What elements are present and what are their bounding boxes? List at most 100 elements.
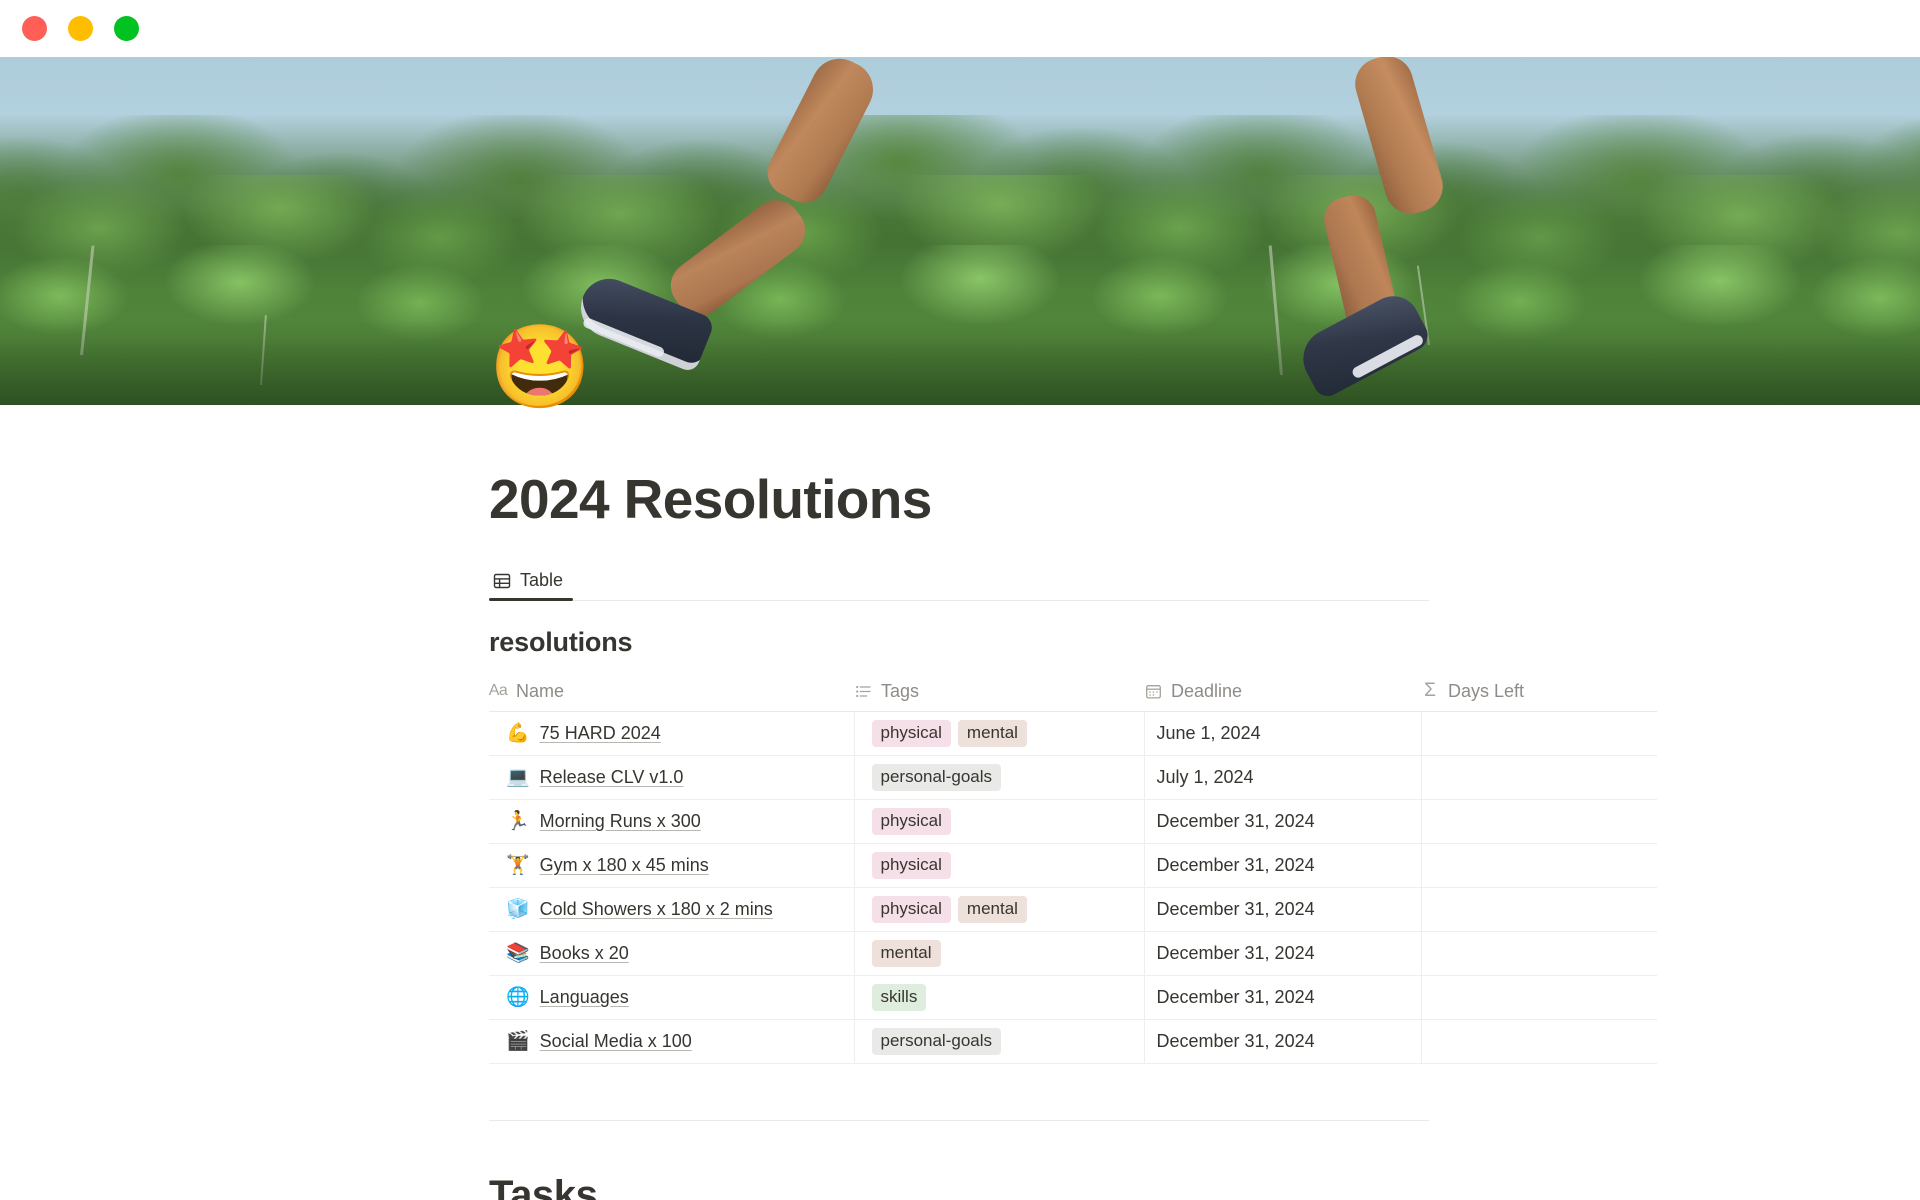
zoom-button[interactable]: [114, 16, 139, 41]
cell-name[interactable]: 💪 75 HARD 2024: [489, 711, 854, 756]
calendar-icon: [1144, 683, 1162, 700]
cell-days-left[interactable]: [1420, 931, 1657, 976]
page-body: 🤩 2024 Resolutions Table resolutions Aa …: [0, 327, 1920, 1200]
row-title-link[interactable]: Gym x 180 x 45 mins: [540, 855, 709, 876]
cell-days-left[interactable]: [1420, 711, 1657, 756]
tag-pill: physical: [871, 808, 951, 835]
cell-deadline[interactable]: December 31, 2024: [1143, 975, 1421, 1020]
column-header-deadline[interactable]: Deadline: [1144, 677, 1421, 712]
row-title-link[interactable]: Release CLV v1.0: [540, 767, 684, 788]
tag-pill: mental: [871, 940, 941, 967]
table-row[interactable]: 📚 Books x 20 mental December 31, 2024: [489, 931, 1657, 976]
row-title-link[interactable]: Books x 20: [540, 943, 629, 964]
table-row[interactable]: 🎬 Social Media x 100 personal-goals Decembe…: [489, 1019, 1657, 1064]
row-emoji-icon: 🎬: [506, 1031, 530, 1052]
app-window: 🤩 2024 Resolutions Table resolutions Aa …: [0, 0, 1920, 1200]
tag-pill: physical: [871, 896, 951, 923]
cell-deadline[interactable]: July 1, 2024: [1143, 755, 1421, 800]
tag-pill: skills: [871, 984, 927, 1011]
tag-pill: personal-goals: [871, 764, 1002, 791]
cell-days-left[interactable]: [1420, 975, 1657, 1020]
deadline-date: July 1, 2024: [1156, 767, 1254, 787]
cell-name[interactable]: 🏋️ Gym x 180 x 45 mins: [489, 843, 854, 888]
database-view-tabs: Table: [489, 563, 1429, 601]
cell-name[interactable]: 📚 Books x 20: [489, 931, 854, 976]
cell-deadline[interactable]: December 31, 2024: [1143, 799, 1421, 844]
cell-tags[interactable]: physical: [853, 799, 1144, 844]
row-emoji-icon: 🏃: [506, 811, 530, 832]
column-header-deadline-label: Deadline: [1171, 680, 1243, 701]
tag-pill: physical: [871, 720, 951, 747]
text-aa-icon: Aa: [488, 682, 508, 700]
database-title[interactable]: resolutions: [489, 627, 1429, 658]
minimize-button[interactable]: [68, 16, 93, 41]
cell-name[interactable]: 🏃 Morning Runs x 300: [489, 799, 854, 844]
page-icon-emoji[interactable]: 🤩: [489, 327, 591, 409]
close-button[interactable]: [22, 16, 47, 41]
cell-days-left[interactable]: [1420, 755, 1657, 800]
row-emoji-icon: 💻: [506, 767, 530, 788]
deadline-date: December 31, 2024: [1156, 899, 1315, 919]
table-row[interactable]: 🏋️ Gym x 180 x 45 mins physical December 31…: [489, 843, 1657, 888]
column-header-tags[interactable]: Tags: [854, 677, 1144, 712]
row-title-link[interactable]: 75 HARD 2024: [540, 723, 661, 744]
cell-days-left[interactable]: [1420, 887, 1657, 932]
row-title-link[interactable]: Morning Runs x 300: [540, 811, 701, 832]
table-row[interactable]: 🧊 Cold Showers x 180 x 2 mins physical ment…: [489, 887, 1657, 932]
table-icon: [493, 572, 511, 590]
cell-days-left[interactable]: [1420, 1019, 1657, 1064]
deadline-date: December 31, 2024: [1156, 1031, 1315, 1051]
table-row[interactable]: 💻 Release CLV v1.0 personal-goals July 1, 2…: [489, 755, 1657, 800]
cell-tags[interactable]: physical: [853, 843, 1144, 888]
table-row[interactable]: 🌐 Languages skills December 31, 2024: [489, 975, 1657, 1020]
cell-deadline[interactable]: December 31, 2024: [1143, 931, 1421, 976]
cell-tags[interactable]: physical mental: [853, 711, 1144, 756]
table-header-row: Aa Name Tags Deadline Σ Days Left: [488, 677, 1657, 712]
column-header-days-left-label: Days Left: [1448, 680, 1525, 701]
tab-table[interactable]: Table: [489, 562, 574, 601]
row-emoji-icon: 📚: [506, 943, 530, 964]
cell-days-left[interactable]: [1420, 799, 1657, 844]
cell-deadline[interactable]: December 31, 2024: [1143, 843, 1421, 888]
section-divider: [489, 1120, 1429, 1121]
cell-name[interactable]: 🎬 Social Media x 100: [489, 1019, 854, 1064]
table-row[interactable]: 💪 75 HARD 2024 physical mental June 1, 2024: [489, 711, 1657, 756]
column-header-name-label: Name: [516, 680, 565, 701]
cell-tags[interactable]: skills: [853, 975, 1144, 1020]
tag-pill: mental: [957, 720, 1027, 747]
deadline-date: December 31, 2024: [1156, 943, 1315, 963]
traffic-lights: [22, 16, 139, 41]
row-emoji-icon: 🏋️: [506, 855, 530, 876]
page-title[interactable]: 2024 Resolutions: [489, 469, 1429, 530]
next-section-heading: Tasks: [489, 1173, 598, 1200]
window-titlebar: [0, 0, 1920, 57]
multi-select-icon: [854, 683, 872, 700]
cell-deadline[interactable]: December 31, 2024: [1143, 1019, 1421, 1064]
row-emoji-icon: 🌐: [506, 987, 530, 1008]
cell-name[interactable]: 🧊 Cold Showers x 180 x 2 mins: [489, 887, 854, 932]
column-header-tags-label: Tags: [881, 680, 920, 701]
cell-deadline[interactable]: December 31, 2024: [1143, 887, 1421, 932]
tag-pill: physical: [871, 852, 951, 879]
formula-sigma-icon: Σ: [1424, 680, 1436, 702]
cell-name[interactable]: 💻 Release CLV v1.0: [489, 755, 854, 800]
table-row[interactable]: 🏃 Morning Runs x 300 physical December 31, …: [489, 799, 1657, 844]
deadline-date: December 31, 2024: [1156, 855, 1315, 875]
cell-tags[interactable]: mental: [853, 931, 1144, 976]
table-body: 💪 75 HARD 2024 physical mental June 1, 2024 💻…: [489, 711, 1657, 1064]
cell-deadline[interactable]: June 1, 2024: [1143, 711, 1421, 756]
row-emoji-icon: 💪: [506, 723, 530, 744]
deadline-date: December 31, 2024: [1156, 811, 1315, 831]
cell-tags[interactable]: personal-goals: [853, 755, 1144, 800]
row-title-link[interactable]: Cold Showers x 180 x 2 mins: [540, 899, 773, 920]
cell-name[interactable]: 🌐 Languages: [489, 975, 854, 1020]
page-cover-image[interactable]: [0, 57, 1920, 405]
row-title-link[interactable]: Social Media x 100: [540, 1031, 692, 1052]
tab-table-label: Table: [520, 570, 564, 590]
cell-tags[interactable]: physical mental: [853, 887, 1144, 932]
cell-tags[interactable]: personal-goals: [853, 1019, 1144, 1064]
cell-days-left[interactable]: [1420, 843, 1657, 888]
column-header-days-left[interactable]: Σ Days Left: [1421, 677, 1657, 712]
column-header-name[interactable]: Aa Name: [488, 677, 854, 712]
row-title-link[interactable]: Languages: [540, 987, 629, 1008]
